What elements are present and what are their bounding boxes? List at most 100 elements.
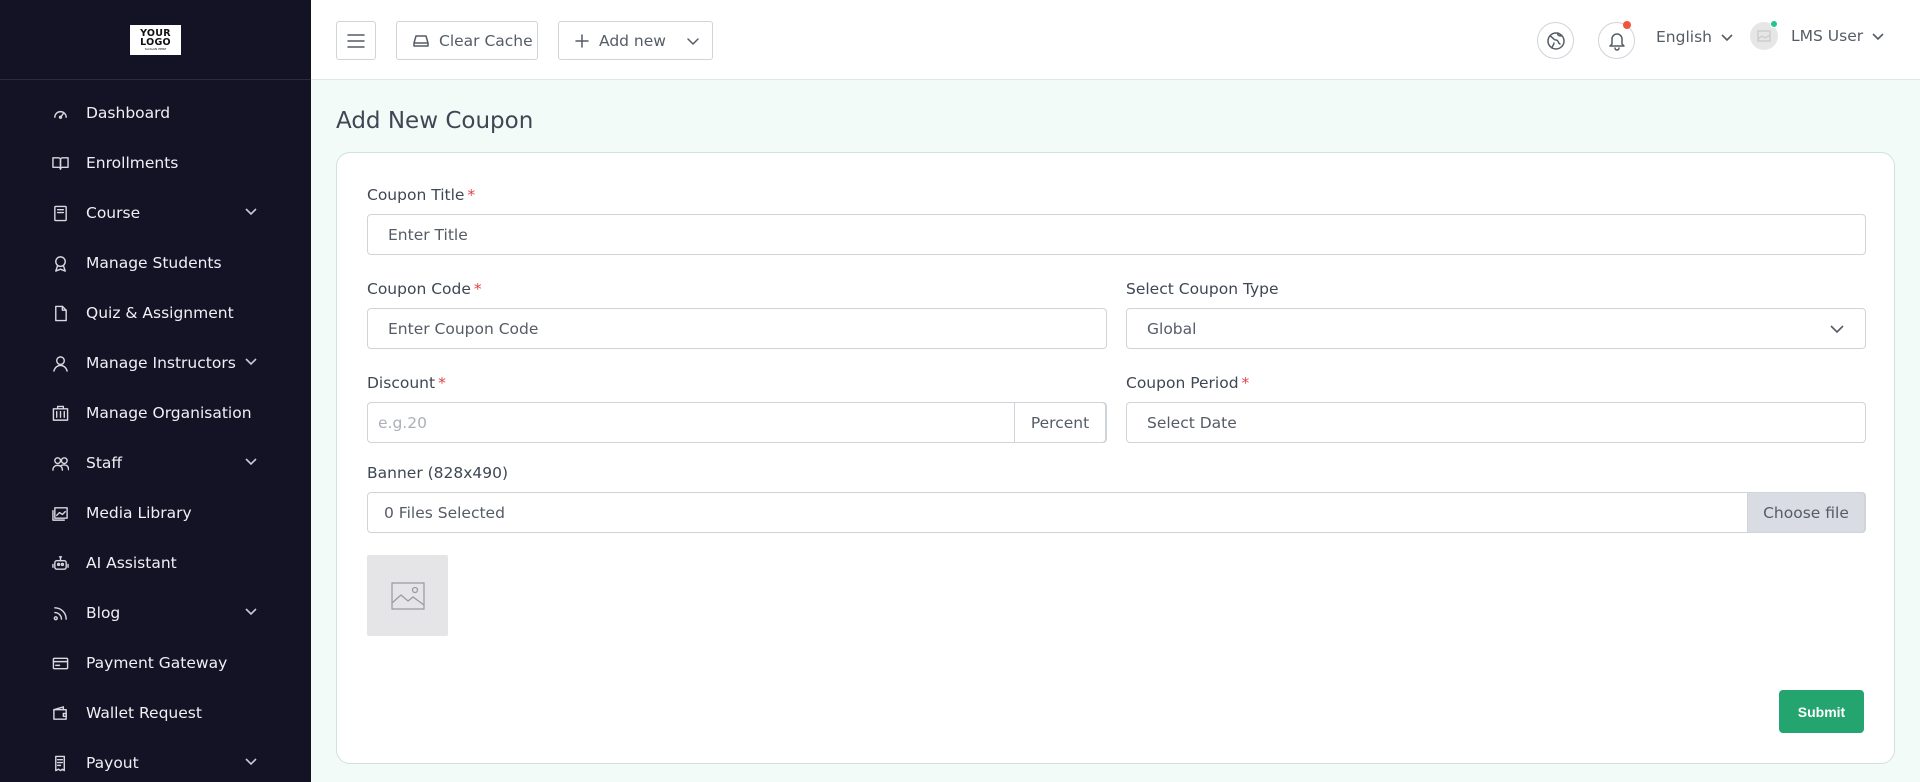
coupon-type-label: Select Coupon Type	[1126, 280, 1279, 298]
sidebar: YOUR LOGO SLOGAN HERE Dashboard Enrollmen…	[0, 0, 311, 782]
language-label: English	[1656, 28, 1712, 46]
gauge-icon	[51, 104, 69, 122]
notification-dot	[1623, 21, 1631, 29]
website-button[interactable]	[1537, 22, 1574, 59]
logo-slogan: SLOGAN HERE	[144, 46, 167, 51]
coupon-form: Coupon Title * Enter Title Coupon Code * E…	[336, 152, 1895, 764]
clear-cache-button[interactable]: Clear Cache	[396, 21, 538, 60]
page-title: Add New Coupon	[336, 108, 534, 134]
receipt-icon	[51, 754, 69, 772]
sidebar-item-wallet-request[interactable]: Wallet Request	[0, 688, 311, 738]
chevron-down-icon	[243, 453, 259, 473]
choose-file-label: Choose file	[1763, 503, 1849, 522]
user-menu[interactable]: LMS User	[1750, 20, 1885, 50]
choose-file-button[interactable]: Choose file	[1747, 492, 1865, 533]
banner-file-input[interactable]: 0 Files Selected Choose file	[367, 492, 1866, 533]
banner-label: Banner (828x490)	[367, 464, 508, 482]
globe-icon	[1546, 31, 1565, 50]
required-mark: *	[473, 280, 482, 298]
book-icon	[51, 204, 69, 222]
chevron-down-icon	[243, 353, 259, 373]
user-name: LMS User	[1791, 27, 1864, 45]
building-icon	[51, 404, 69, 422]
sidebar-item-label: Payment Gateway	[86, 654, 228, 672]
rss-icon	[51, 604, 69, 622]
discount-input[interactable]: e.g.20 Percent	[367, 402, 1107, 443]
submit-button[interactable]: Submit	[1779, 690, 1864, 733]
discount-label-text: Discount	[367, 374, 436, 392]
online-status-dot	[1770, 20, 1778, 28]
banner-preview	[367, 555, 448, 636]
media-icon	[51, 504, 69, 522]
banner-label-text: Banner (828x490)	[367, 464, 509, 482]
sidebar-item-course[interactable]: Course	[0, 188, 311, 238]
notifications-button[interactable]	[1598, 21, 1635, 59]
sidebar-item-quiz-assignment[interactable]: Quiz & Assignment	[0, 288, 311, 338]
logo[interactable]: YOUR LOGO SLOGAN HERE	[130, 24, 181, 55]
credit-card-icon	[51, 654, 69, 672]
add-new-dropdown[interactable]: Add new	[558, 21, 713, 60]
chevron-down-icon	[243, 753, 259, 773]
award-icon	[51, 254, 69, 272]
required-mark: *	[467, 186, 476, 204]
chevron-down-icon	[1830, 324, 1844, 333]
drive-icon	[413, 34, 429, 47]
avatar	[1750, 20, 1778, 50]
coupon-title-label-text: Coupon Title	[367, 186, 465, 204]
sidebar-item-dashboard[interactable]: Dashboard	[0, 88, 311, 138]
sidebar-item-manage-instructors[interactable]: Manage Instructors	[0, 338, 311, 388]
banner-files-selected: 0 Files Selected	[384, 503, 505, 522]
sidebar-item-manage-organisation[interactable]: Manage Organisation	[0, 388, 311, 438]
coupon-code-label: Coupon Code *	[367, 280, 482, 298]
clear-cache-label: Clear Cache	[439, 31, 533, 50]
sidebar-item-label: Manage Students	[86, 254, 222, 272]
topbar: Clear Cache Add new English LMS User	[311, 0, 1920, 80]
coupon-code-label-text: Coupon Code	[367, 280, 471, 298]
users-icon	[51, 454, 69, 472]
coupon-title-input[interactable]: Enter Title	[367, 214, 1866, 255]
discount-label: Discount *	[367, 374, 446, 392]
sidebar-item-label: Course	[86, 204, 141, 222]
coupon-title-placeholder: Enter Title	[388, 225, 468, 244]
chevron-down-icon	[243, 603, 259, 623]
menu-toggle-button[interactable]	[336, 21, 376, 60]
sidebar-item-manage-students[interactable]: Manage Students	[0, 238, 311, 288]
bell-icon	[1608, 32, 1625, 51]
sidebar-item-label: Quiz & Assignment	[86, 304, 234, 322]
sidebar-item-payout[interactable]: Payout	[0, 738, 311, 782]
plus-icon	[575, 33, 589, 48]
coupon-type-label-text: Select Coupon Type	[1126, 280, 1279, 298]
coupon-code-input[interactable]: Enter Coupon Code	[367, 308, 1107, 349]
sidebar-item-payment-gateway[interactable]: Payment Gateway	[0, 638, 311, 688]
required-mark: *	[1241, 374, 1250, 392]
chevron-down-icon	[1721, 34, 1733, 42]
user-icon	[51, 354, 69, 372]
add-new-label: Add new	[599, 31, 666, 50]
sidebar-item-label: Enrollments	[86, 154, 179, 172]
discount-unit-label: Percent	[1030, 413, 1090, 432]
sidebar-item-staff[interactable]: Staff	[0, 438, 311, 488]
coupon-code-placeholder: Enter Coupon Code	[388, 319, 539, 338]
discount-unit-select[interactable]: Percent	[1014, 402, 1106, 443]
coupon-period-date-input[interactable]: Select Date	[1126, 402, 1866, 443]
coupon-type-select[interactable]: Global	[1126, 308, 1866, 349]
sidebar-item-ai-assistant[interactable]: AI Assistant	[0, 538, 311, 588]
coupon-period-label-text: Coupon Period	[1126, 374, 1239, 392]
sidebar-item-label: Staff	[86, 454, 123, 472]
sidebar-item-enrollments[interactable]: Enrollments	[0, 138, 311, 188]
sidebar-item-label: Blog	[86, 604, 121, 622]
image-placeholder-icon	[390, 581, 425, 610]
hamburger-icon	[347, 33, 365, 48]
discount-placeholder: e.g.20	[378, 413, 427, 432]
sidebar-item-blog[interactable]: Blog	[0, 588, 311, 638]
sidebar-item-label: Dashboard	[86, 104, 171, 122]
sidebar-item-label: Media Library	[86, 504, 192, 522]
chevron-down-icon	[1872, 33, 1884, 41]
sidebar-item-media-library[interactable]: Media Library	[0, 488, 311, 538]
book-open-icon	[51, 154, 69, 172]
logo-area: YOUR LOGO SLOGAN HERE	[0, 0, 311, 80]
wallet-icon	[51, 704, 69, 722]
chevron-down-icon	[243, 203, 259, 223]
sidebar-item-label: AI Assistant	[86, 554, 177, 572]
language-selector[interactable]: English	[1656, 28, 1734, 46]
